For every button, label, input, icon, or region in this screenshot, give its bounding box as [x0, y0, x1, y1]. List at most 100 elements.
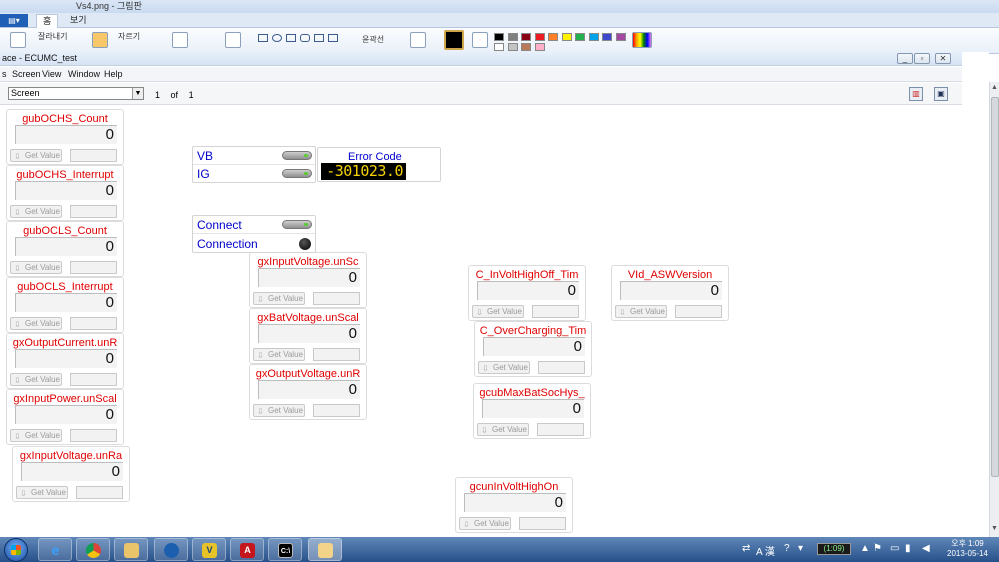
palette-swatch[interactable] — [521, 33, 531, 41]
edit-colors-icon[interactable] — [632, 32, 652, 48]
get-value-button[interactable]: ⇩ Get Value — [253, 404, 305, 417]
get-value-button[interactable]: ⇩ Get Value — [10, 373, 62, 386]
outline-label[interactable]: 윤곽선 — [362, 34, 384, 45]
taskbar-cmd[interactable]: C:\ — [268, 538, 302, 561]
palette-swatch[interactable] — [507, 33, 518, 41]
network-icon[interactable]: ▭ — [890, 543, 899, 554]
screen-capture-icon[interactable]: ▣ — [934, 87, 948, 101]
color2-swatch[interactable] — [472, 32, 488, 48]
palette-swatch[interactable] — [494, 33, 504, 41]
select-icon[interactable] — [92, 32, 108, 48]
menu-item-view[interactable]: View — [42, 69, 61, 79]
pencil-icon[interactable] — [172, 32, 188, 48]
chevron-down-icon[interactable]: ▼ — [132, 88, 143, 99]
scroll-down-icon[interactable]: ▼ — [991, 525, 998, 532]
value-widget: gcunInVoltHighOn 0 ⇩ Get Value — [455, 477, 573, 533]
show-hidden-icons[interactable]: ▲ — [860, 543, 870, 554]
volume-icon[interactable]: ◀ — [922, 543, 930, 554]
widget-label: gxInputVoltage.unRa — [19, 450, 123, 462]
get-value-button[interactable]: ⇩ Get Value — [472, 305, 524, 318]
clock[interactable]: 오후 1:09 2013-05-14 — [940, 539, 995, 559]
get-value-button[interactable]: ⇩ Get Value — [253, 348, 305, 361]
get-value-button[interactable]: ⇩ Get Value — [10, 261, 62, 274]
get-value-button[interactable]: ⇩ Get Value — [459, 517, 511, 530]
palette-swatch[interactable] — [507, 43, 518, 51]
get-value-button[interactable]: ⇩ Get Value — [10, 205, 62, 218]
oval-shape-icon[interactable] — [272, 34, 282, 42]
palette-swatch[interactable] — [575, 33, 585, 41]
polygon-shape-icon[interactable] — [314, 34, 324, 42]
menu-item-window[interactable]: Window — [68, 69, 100, 79]
get-value-label: Get Value — [474, 519, 509, 528]
paint-app-menu-button[interactable]: ▤▾ — [0, 14, 28, 27]
connect-toggle[interactable] — [282, 220, 312, 229]
widget-label: gubOCHS_Interrupt — [16, 169, 114, 181]
vertical-scrollbar[interactable]: ▲ ▼ — [989, 82, 999, 537]
palette-swatch[interactable] — [521, 43, 531, 51]
rectangle-shape-icon[interactable] — [286, 34, 296, 42]
taskbar-pdf[interactable]: A — [230, 538, 264, 561]
start-button[interactable] — [4, 538, 28, 562]
palette-swatch[interactable] — [602, 33, 612, 41]
line-size-icon[interactable] — [410, 32, 426, 48]
tray-arrow-icon[interactable]: ▾ — [798, 543, 803, 554]
get-value-button[interactable]: ⇩ Get Value — [10, 317, 62, 330]
battery-indicator[interactable]: (1:09) — [817, 543, 851, 555]
power-icon[interactable]: ▮ — [905, 543, 911, 554]
rounded-rect-shape-icon[interactable] — [300, 34, 310, 42]
ime-indicator[interactable]: A 漢 — [756, 543, 775, 558]
tab-home[interactable]: 홈 — [36, 14, 59, 28]
download-icon: ⇩ — [257, 295, 264, 304]
ig-toggle[interactable] — [282, 169, 312, 178]
taskbar-app1[interactable] — [154, 538, 188, 561]
taskbar-chrome[interactable] — [76, 538, 110, 561]
palette-swatch[interactable] — [615, 33, 626, 41]
palette-swatch[interactable] — [534, 33, 545, 41]
brush-icon[interactable] — [225, 32, 241, 48]
close-button[interactable]: ✕ — [935, 53, 951, 64]
taskbar-paint[interactable] — [308, 538, 342, 561]
menu-item-screen[interactable]: Screen — [12, 69, 41, 79]
get-value-button[interactable]: ⇩ Get Value — [478, 361, 530, 374]
connection-led-icon — [299, 238, 311, 250]
language-bar-icon[interactable]: ⇄ — [742, 543, 750, 554]
minimize-button[interactable]: _ — [897, 53, 913, 64]
crop-label[interactable]: 자르기 — [118, 31, 140, 42]
screen-select[interactable]: Screen ▼ — [8, 87, 144, 100]
get-value-button[interactable]: ⇩ Get Value — [16, 486, 68, 499]
widget-value: 0 — [15, 125, 117, 144]
menu-item-help[interactable]: Help — [104, 69, 123, 79]
palette-swatch[interactable] — [588, 33, 599, 41]
tab-view[interactable]: 보기 — [64, 14, 93, 28]
screen-select-value: Screen — [11, 88, 40, 98]
get-value-button[interactable]: ⇩ Get Value — [253, 292, 305, 305]
help-icon[interactable]: ? — [784, 543, 790, 554]
scroll-up-icon[interactable]: ▲ — [991, 84, 998, 91]
scrollbar-thumb[interactable] — [991, 97, 999, 477]
taskbar-vector[interactable]: V — [192, 538, 226, 561]
get-value-button[interactable]: ⇩ Get Value — [615, 305, 667, 318]
color1-swatch[interactable] — [444, 30, 464, 50]
cut-label[interactable]: 잘라내기 — [38, 31, 67, 42]
triangle-shape-icon[interactable] — [328, 34, 338, 42]
get-value-label: Get Value — [25, 375, 60, 384]
palette-swatch[interactable] — [561, 33, 572, 41]
palette-swatch[interactable] — [494, 43, 504, 51]
menu-item-s[interactable]: s — [2, 69, 7, 79]
taskbar-ie[interactable]: e — [38, 538, 72, 561]
flag-icon[interactable]: ⚑ — [873, 543, 882, 554]
error-code-display: -301023.0 — [321, 163, 406, 180]
palette-swatch[interactable] — [534, 43, 545, 51]
palette-swatch[interactable] — [548, 33, 558, 41]
vb-toggle[interactable] — [282, 151, 312, 160]
taskbar-explorer[interactable] — [114, 538, 148, 561]
download-icon: ⇩ — [482, 364, 489, 373]
paste-icon[interactable] — [10, 32, 26, 48]
get-value-button[interactable]: ⇩ Get Value — [10, 149, 62, 162]
get-value-button[interactable]: ⇩ Get Value — [477, 423, 529, 436]
get-value-button[interactable]: ⇩ Get Value — [10, 429, 62, 442]
value-widget: gubOCLS_Count 0 ⇩ Get Value — [6, 221, 124, 277]
chart-icon[interactable]: ▥ — [909, 87, 923, 101]
maximize-button[interactable]: ▫ — [914, 53, 930, 64]
line-shape-icon[interactable] — [258, 34, 268, 42]
